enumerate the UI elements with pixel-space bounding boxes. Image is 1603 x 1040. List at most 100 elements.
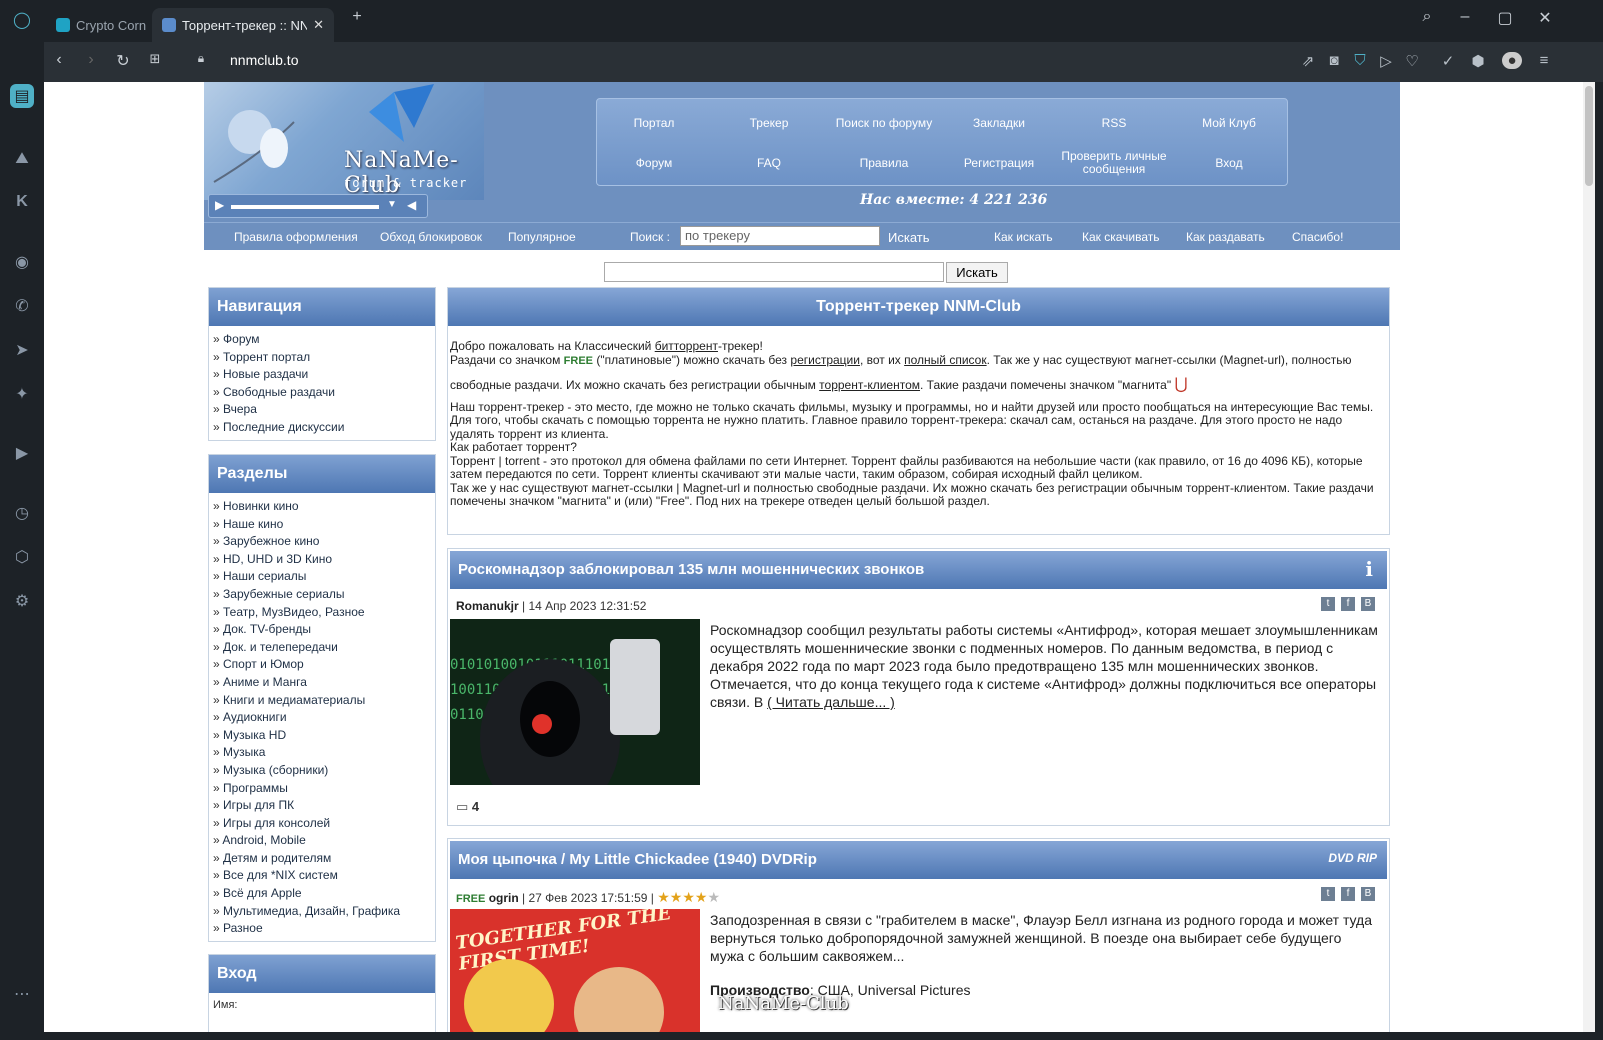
share-vk-icon[interactable]: B — [1361, 887, 1375, 901]
telegram-icon[interactable]: ➤ — [8, 336, 36, 364]
page-scrollbar[interactable] — [1583, 82, 1595, 1032]
adblock-shield-icon[interactable]: ⛉ — [1350, 52, 1370, 69]
article-title-text[interactable]: Роскомнадзор заблокировал 135 млн мошенн… — [458, 561, 924, 578]
dropdown-icon[interactable]: ▼ — [387, 199, 397, 210]
tab-grid-icon[interactable]: ⊞ — [144, 51, 166, 67]
menu-tracker[interactable]: Трекер — [712, 103, 826, 143]
section-item[interactable]: Android, Mobile — [209, 832, 435, 850]
opera-logo-icon[interactable]: ◯ — [8, 6, 36, 34]
menu-login[interactable]: Вход — [1172, 143, 1286, 183]
discord-icon[interactable]: ◉ — [8, 248, 36, 276]
menu-forum[interactable]: Форум — [597, 143, 711, 183]
share-twitter-icon[interactable]: t — [1321, 887, 1335, 901]
reload-icon[interactable]: ↻ — [112, 51, 134, 71]
player-icon[interactable]: ▶ — [8, 439, 36, 467]
twitter-icon[interactable]: ✦ — [8, 380, 36, 408]
camera-icon[interactable]: ◙ — [1324, 52, 1344, 69]
menu-icon[interactable]: ≡ — [1534, 52, 1554, 69]
section-item[interactable]: Зарубежные сериалы — [209, 586, 435, 604]
vpn-icon[interactable]: ⬡ — [8, 543, 36, 571]
section-item[interactable]: Детям и родителям — [209, 850, 435, 868]
nav-item[interactable]: Торрент портал — [209, 349, 435, 367]
mountain-icon[interactable]: ⛰ — [8, 145, 36, 173]
volume-icon[interactable]: ◀ — [407, 198, 416, 212]
comments-count[interactable]: ▭ 4 — [456, 799, 479, 815]
section-item[interactable]: Наши сериалы — [209, 568, 435, 586]
share-facebook-icon[interactable]: f — [1341, 597, 1355, 611]
info-icon[interactable]: i — [1365, 557, 1373, 581]
settings-gear-icon[interactable]: ⚙ — [8, 587, 36, 615]
menu-rss[interactable]: RSS — [1057, 103, 1171, 143]
global-search-button[interactable]: Искать — [946, 262, 1008, 283]
section-item[interactable]: Игры для ПК — [209, 797, 435, 815]
k-app-icon[interactable]: K — [8, 188, 36, 216]
section-item[interactable]: Аудиокниги — [209, 709, 435, 727]
menu-faq[interactable]: FAQ — [712, 143, 826, 183]
whatsapp-icon[interactable]: ✆ — [8, 292, 36, 320]
article-title[interactable]: Роскомнадзор заблокировал 135 млн мошенн… — [450, 551, 1387, 589]
section-item[interactable]: Док. TV-бренды — [209, 621, 435, 639]
nav-item[interactable]: Форум — [209, 331, 435, 349]
new-tab-icon[interactable]: + — [342, 8, 372, 26]
menu-rules[interactable]: Правила — [827, 143, 941, 183]
link-how-to-search[interactable]: Как искать — [994, 230, 1053, 244]
nav-item[interactable]: Последние дискуссии — [209, 419, 435, 437]
back-icon[interactable]: ‹ — [48, 51, 70, 69]
tab-crypto[interactable]: Crypto Corne — [46, 8, 146, 42]
radio-player[interactable]: ▶ ▼ ◀ — [208, 194, 428, 218]
section-item[interactable]: Новинки кино — [209, 498, 435, 516]
nav-item[interactable]: Свободные раздачи — [209, 384, 435, 402]
section-item[interactable]: Все для *NIX систем — [209, 867, 435, 885]
history-icon[interactable]: ◷ — [8, 499, 36, 527]
tab-nnm[interactable]: Торрент-трекер :: NNM ✕ — [152, 8, 334, 42]
article-image[interactable]: 0101010010111011101 1001101001000110101 … — [450, 619, 700, 785]
minimize-icon[interactable]: – — [1450, 8, 1480, 26]
heart-icon[interactable]: ♡ — [1402, 52, 1422, 70]
section-item[interactable]: Книги и медиаматериалы — [209, 692, 435, 710]
link-how-to-download[interactable]: Как скачивать — [1082, 230, 1160, 244]
section-item[interactable]: Наше кино — [209, 516, 435, 534]
section-item[interactable]: Спорт и Юмор — [209, 656, 435, 674]
section-item[interactable]: Музыка HD — [209, 727, 435, 745]
release-poster[interactable]: TOGETHER FOR THE FIRST TIME! — [450, 909, 700, 1032]
check-icon[interactable]: ✓ — [1438, 52, 1458, 70]
close-window-icon[interactable]: ✕ — [1530, 8, 1560, 28]
share-facebook-icon[interactable]: f — [1341, 887, 1355, 901]
section-item[interactable]: Разное — [209, 920, 435, 938]
link-bittorrent[interactable]: битторрент — [655, 339, 718, 353]
section-item[interactable]: Музыка — [209, 744, 435, 762]
section-item[interactable]: Зарубежное кино — [209, 533, 435, 551]
url-field[interactable]: nnmclub.to — [230, 52, 298, 68]
read-more-link[interactable]: ( Читать дальше... ) — [767, 694, 895, 710]
section-item[interactable]: HD, UHD и 3D Кино — [209, 551, 435, 569]
forward-icon[interactable]: › — [80, 51, 102, 69]
crypto-wallet-icon[interactable]: ▤ — [10, 84, 34, 108]
search-tabs-icon[interactable]: ⌕ — [1412, 8, 1442, 26]
link-popular[interactable]: Популярное — [508, 230, 576, 244]
site-logo[interactable]: NaNaMe-Club forum & tracker — [204, 82, 484, 200]
section-item[interactable]: Программы — [209, 780, 435, 798]
tracker-search-input[interactable]: по трекеру — [680, 226, 880, 246]
section-item[interactable]: Музыка (сборники) — [209, 762, 435, 780]
release-author[interactable]: ogrin — [489, 891, 519, 905]
link-full-list[interactable]: полный список — [904, 353, 986, 367]
global-search-input[interactable] — [604, 262, 944, 282]
menu-portal[interactable]: Портал — [597, 103, 711, 143]
share-vk-icon[interactable]: B — [1361, 597, 1375, 611]
tracker-search-button[interactable]: Искать — [888, 230, 930, 245]
section-item[interactable]: Театр, МузВидео, Разное — [209, 604, 435, 622]
share-twitter-icon[interactable]: t — [1321, 597, 1335, 611]
release-title[interactable]: Моя цыпочка / My Little Chickadee (1940)… — [450, 841, 1387, 879]
send-icon[interactable]: ▷ — [1376, 52, 1396, 70]
link-torrent-client[interactable]: торрент-клиентом — [819, 378, 920, 392]
menu-bookmarks[interactable]: Закладки — [942, 103, 1056, 143]
menu-register[interactable]: Регистрация — [942, 143, 1056, 183]
share-icon[interactable]: ⇗ — [1298, 52, 1318, 70]
nav-item[interactable]: Вчера — [209, 401, 435, 419]
article-author[interactable]: Romanukjr — [456, 599, 519, 613]
section-item[interactable]: Игры для консолей — [209, 815, 435, 833]
link-registration[interactable]: регистрации — [790, 353, 860, 367]
section-item[interactable]: Всё для Apple — [209, 885, 435, 903]
player-progress[interactable] — [231, 205, 379, 209]
maximize-icon[interactable]: ▢ — [1490, 8, 1520, 28]
